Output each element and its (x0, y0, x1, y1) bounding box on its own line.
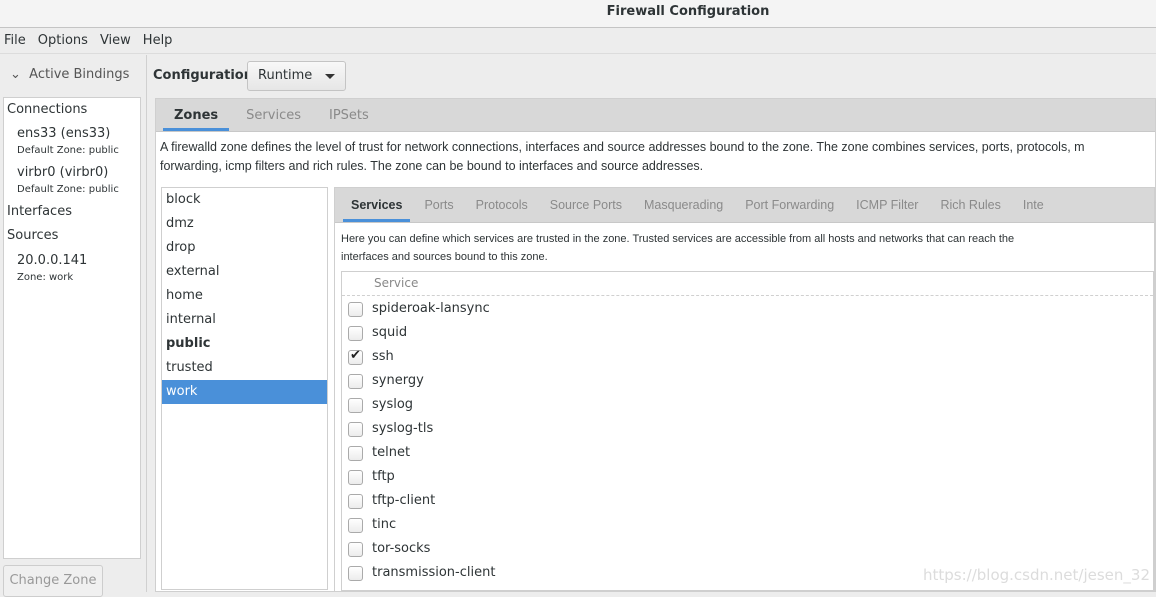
menu-view[interactable]: View (96, 28, 137, 53)
zone-item-dmz[interactable]: dmz (162, 212, 327, 236)
table-row: tor-socks (342, 538, 1153, 562)
service-column-header[interactable]: Service (374, 276, 418, 290)
zone-item-drop[interactable]: drop (162, 236, 327, 260)
table-header: Service (342, 272, 1153, 296)
connection-item[interactable]: virbr0 (virbr0) (17, 165, 108, 180)
connection-zone: Default Zone: public (17, 145, 119, 156)
zone-list: block dmz drop external home internal public tr… (161, 187, 328, 590)
service-checkbox[interactable] (348, 302, 363, 317)
configuration-dropdown[interactable]: Runtime (247, 61, 346, 91)
services-description: Here you can define which services are t… (341, 233, 1015, 263)
table-row: tinc (342, 514, 1153, 538)
dropdown-arrow-icon (325, 74, 335, 79)
service-name: synergy (372, 373, 424, 388)
menu-help[interactable]: Help (139, 28, 179, 53)
zone-item-work[interactable]: work (162, 380, 327, 404)
chevron-down-icon: ⌄ (10, 67, 21, 82)
source-zone: Zone: work (17, 272, 74, 283)
bindings-list: Connections ens33 (ens33) Default Zone: … (3, 97, 141, 559)
tab-ipsets[interactable]: IPSets (315, 99, 383, 131)
connections-heading[interactable]: Connections (7, 102, 87, 117)
service-checkbox[interactable] (348, 542, 363, 557)
active-bindings-toggle[interactable]: ⌄ Active Bindings (10, 67, 129, 82)
service-checkbox[interactable] (348, 446, 363, 461)
tab-ports[interactable]: Ports (413, 188, 464, 222)
tab-rich-rules[interactable]: Rich Rules (929, 188, 1011, 222)
service-checkbox[interactable] (348, 422, 363, 437)
table-row: syslog-tls (342, 418, 1153, 442)
connection-zone: Default Zone: public (17, 184, 119, 195)
service-checkbox[interactable] (348, 326, 363, 341)
table-row: syslog (342, 394, 1153, 418)
window-title: Firewall Configuration (606, 4, 770, 19)
service-checkbox[interactable] (348, 494, 363, 509)
table-row: spideroak-lansync (342, 298, 1153, 322)
watermark: https://blog.csdn.net/jesen_32 (923, 566, 1150, 584)
tab-port-forwarding[interactable]: Port Forwarding (734, 188, 845, 222)
zone-item-block[interactable]: block (162, 188, 327, 212)
change-zone-button[interactable]: Change Zone (3, 565, 103, 597)
table-row: telnet (342, 442, 1153, 466)
active-bindings-pane: ⌄ Active Bindings Connections ens33 (ens… (0, 55, 147, 597)
service-checkbox[interactable] (348, 566, 363, 581)
configuration-label: Configuration: (153, 68, 259, 83)
zone-item-public[interactable]: public (162, 332, 327, 356)
table-row: squid (342, 322, 1153, 346)
table-row: ssh (342, 346, 1153, 370)
sources-heading[interactable]: Sources (7, 228, 58, 243)
service-checkbox[interactable] (348, 398, 363, 413)
zone-settings-notebook: Services Ports Protocols Source Ports Masque… (334, 187, 1155, 592)
tab-masquerading[interactable]: Masquerading (633, 188, 734, 222)
zone-item-internal[interactable]: internal (162, 308, 327, 332)
source-item[interactable]: 20.0.0.141 (17, 253, 87, 268)
main-notebook: Zones Services IPSets A firewalld zone d… (155, 98, 1156, 592)
service-checkbox[interactable] (348, 374, 363, 389)
menu-file[interactable]: File (0, 28, 32, 53)
tab-services[interactable]: Services (340, 188, 413, 222)
connection-item[interactable]: ens33 (ens33) (17, 126, 110, 141)
service-name: tftp-client (372, 493, 436, 508)
active-bindings-label: Active Bindings (29, 67, 130, 82)
tab-inte[interactable]: Inte (1012, 188, 1055, 222)
service-name: tinc (372, 517, 397, 532)
zone-item-trusted[interactable]: trusted (162, 356, 327, 380)
service-name: spideroak-lansync (372, 301, 490, 316)
configuration-value: Runtime (258, 68, 313, 83)
tab-zones[interactable]: Zones (160, 99, 232, 131)
services-table: Service spideroak-lansync squid ssh synergy… (341, 271, 1154, 591)
service-name: syslog-tls (372, 421, 434, 436)
tab-protocols[interactable]: Protocols (465, 188, 539, 222)
service-name: transmission-client (372, 565, 496, 580)
service-name: syslog (372, 397, 414, 412)
tab-icmp-filter[interactable]: ICMP Filter (845, 188, 929, 222)
service-name: tor-socks (372, 541, 431, 556)
zone-item-home[interactable]: home (162, 284, 327, 308)
menu-options[interactable]: Options (34, 28, 94, 53)
service-name: squid (372, 325, 408, 340)
zone-item-external[interactable]: external (162, 260, 327, 284)
service-checkbox[interactable] (348, 518, 363, 533)
zone-description: A firewalld zone defines the level of tr… (160, 140, 1085, 173)
title-bar: Firewall Configuration (0, 0, 1156, 28)
service-name: ssh (372, 349, 394, 364)
service-name: telnet (372, 445, 411, 460)
tab-services[interactable]: Services (232, 99, 315, 131)
menu-bar: File Options View Help (0, 28, 1156, 54)
table-row: tftp-client (342, 490, 1153, 514)
interfaces-heading[interactable]: Interfaces (7, 204, 72, 219)
service-name: tftp (372, 469, 395, 484)
tab-source-ports[interactable]: Source Ports (539, 188, 633, 222)
table-row: tftp (342, 466, 1153, 490)
table-row: synergy (342, 370, 1153, 394)
service-checkbox[interactable] (348, 470, 363, 485)
service-checkbox[interactable] (348, 348, 363, 365)
